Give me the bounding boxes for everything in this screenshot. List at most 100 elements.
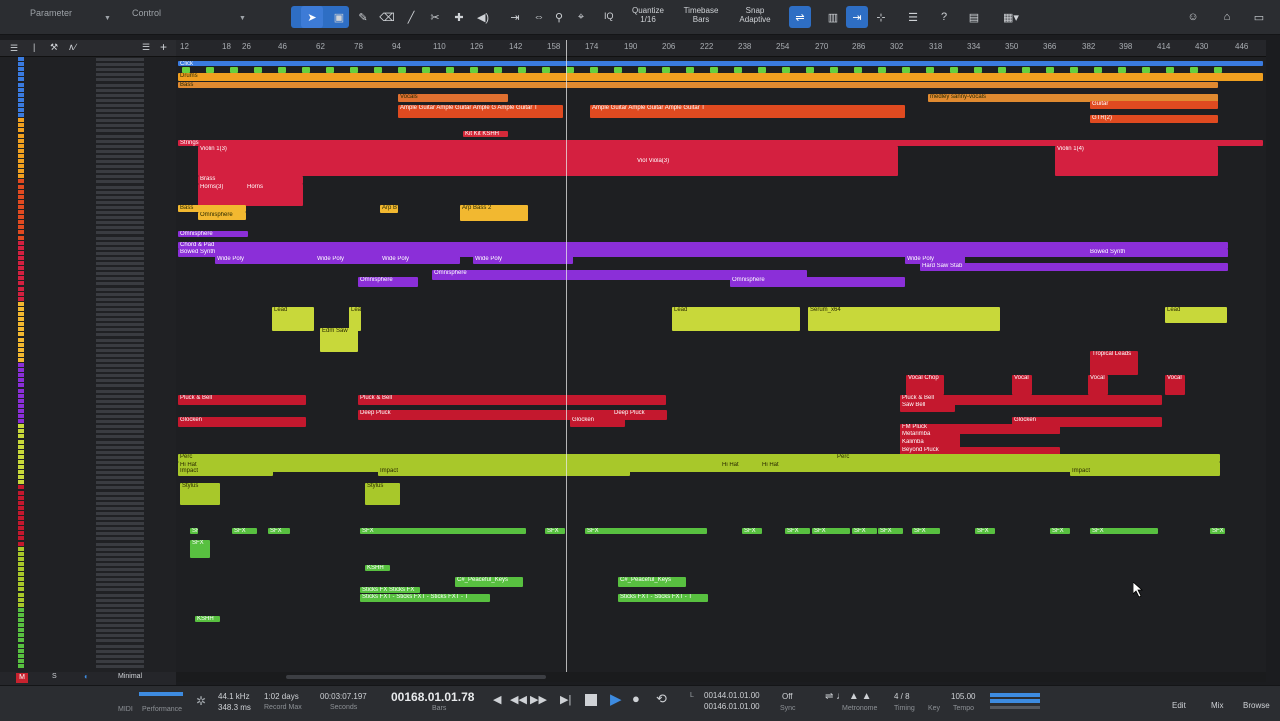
click-event[interactable] [590,67,598,73]
arrangement-clip[interactable]: SFX [232,528,257,534]
click-event[interactable] [1166,67,1174,73]
arrangement-clip[interactable]: Impact [1070,468,1220,476]
arrangement-clip[interactable]: Sticks FX Sticks FX [360,587,420,593]
loop-start[interactable]: 00144.01.01.00 [704,691,760,700]
bars-counter[interactable]: 00168.01.01.78 [391,690,474,704]
arrangement-clip[interactable]: Vocals [398,94,508,102]
arrangement-clip[interactable]: Omnisphere [730,277,905,287]
envelope-icon[interactable]: ∧∕ [68,42,76,53]
arrangement-clip[interactable]: Kit Kit KSHH [463,131,508,137]
mute-all-button[interactable]: M [16,673,28,683]
mix-button[interactable]: Mix [1211,701,1223,710]
tempo-track-icon[interactable]: | [33,42,35,52]
click-event[interactable] [278,67,286,73]
arrangement-clip[interactable]: Omnisphere [178,231,248,237]
arrangement-clip[interactable]: Perc [178,454,1220,462]
precount-icon[interactable]: ⇌ ♩ ▲ ▲ [825,691,872,702]
arrangement-clip[interactable]: Lead [1165,307,1227,323]
click-event[interactable] [542,67,550,73]
arrangement-clip[interactable]: KSHH [195,616,220,622]
arrangement-clip[interactable]: SFX [975,528,995,534]
arrangement-clip[interactable]: Brass [198,176,303,184]
arrangement-clip[interactable]: Hi Hat [760,462,835,470]
click-event[interactable] [662,67,670,73]
arrangement-clip[interactable]: C#_Peaceful_Keys [618,577,686,587]
arrow-tool-icon[interactable]: ➤ [301,6,323,28]
browse-button[interactable]: Browse [1243,701,1270,710]
arrangement-clip[interactable]: SFX [1210,528,1225,534]
click-event[interactable] [1094,67,1102,73]
arrangement-clip[interactable]: Sticks FXT - Sticks FXT - T [618,594,708,602]
arrangement-clip[interactable]: SFX [268,528,290,534]
click-event[interactable] [1190,67,1198,73]
stop-button[interactable] [585,694,597,706]
arrangement-clip[interactable]: Lead [272,307,314,331]
arrangement-clip[interactable]: GTR(2) [1090,115,1218,123]
track-row[interactable] [0,663,176,669]
arrangement-clip[interactable]: SFX [878,528,903,534]
arrangement-clip[interactable]: Vocal Chop [906,375,944,395]
arrangement-clip[interactable]: Tropical Leads [1090,351,1138,375]
arrangement-clip[interactable]: Hard Saw Stab [920,263,1228,271]
arrangement-clip[interactable]: SFX [785,528,810,534]
arrangement-clip[interactable]: Guitar [1090,101,1218,109]
click-event[interactable] [782,67,790,73]
arrangement-clip[interactable]: KSHH [365,565,390,571]
arrangement-clip[interactable]: SFX [812,528,850,534]
scroll-icon[interactable]: ⇥ [504,6,526,28]
arrangement-view[interactable]: Click Drums Bass Vocals medley sanny-vocals G… [176,57,1266,672]
click-event[interactable] [566,67,574,73]
monitor-icon[interactable]: ◐ [84,672,89,681]
arrangement-clip[interactable]: Arp B [380,205,398,213]
arrangement-clip[interactable]: SFX [585,528,707,534]
quantize-selector[interactable]: Quantize 1/16 [628,6,668,24]
add-track-icon[interactable]: + [160,40,167,54]
go-to-end-icon[interactable]: ▶| [560,693,571,706]
arrangement-clip[interactable]: Sticks FXT - Sticks FXT - Sticks FXT - T [360,594,490,602]
paint-tool-icon[interactable]: ╱ [400,6,422,28]
click-event[interactable] [254,67,262,73]
click-event[interactable] [614,67,622,73]
seconds-counter[interactable]: 00:03:07.197 [320,692,367,701]
solo-all-button[interactable]: S [52,673,57,680]
click-event[interactable] [854,67,862,73]
click-event[interactable] [734,67,742,73]
click-event[interactable] [1142,67,1150,73]
minimal-label[interactable]: Minimal [118,673,142,680]
time-signature[interactable]: 4 / 8 [894,692,910,701]
loop-end[interactable]: 00146.01.01.00 [704,702,760,711]
arrangement-clip[interactable]: SFX [1090,528,1158,534]
arrangement-clip[interactable]: Lead [672,307,800,331]
window-icon[interactable]: ▭ [1248,6,1270,28]
bend-tool-icon[interactable]: ✚ [448,6,470,28]
video-icon[interactable]: ▤ [963,6,985,28]
settings-gear-icon[interactable]: ✲ [196,694,206,708]
click-event[interactable] [494,67,502,73]
split-view-icon[interactable]: ▥ [822,6,844,28]
arrangement-clip[interactable]: SFX [190,540,210,558]
click-event[interactable] [1070,67,1078,73]
arrangement-clip[interactable]: Ample Guitar Ample Guitar Ample Guitar T [590,105,905,118]
arrangement-clip[interactable]: Serum_x64 [808,307,1000,331]
click-event[interactable] [926,67,934,73]
arrangement-clip[interactable]: SFX [545,528,565,534]
timebase-selector[interactable]: Timebase Bars [680,6,722,24]
click-event[interactable] [1118,67,1126,73]
click-event[interactable] [1214,67,1222,73]
click-event[interactable] [830,67,838,73]
click-event[interactable] [758,67,766,73]
menu-icon[interactable]: ☰ [10,43,18,54]
arrangement-clip[interactable]: Edm Saw [320,328,358,352]
click-event[interactable] [638,67,646,73]
arrangement-clip[interactable]: Perc [835,454,885,470]
parameter-dropdown-icon[interactable]: ▼ [104,15,111,22]
crosshair-icon[interactable]: ⊹ [870,6,892,28]
master-volume-slider[interactable] [990,706,1040,709]
scrollbar-thumb[interactable] [286,675,546,679]
arrangement-clip[interactable]: Impact [378,468,630,476]
arrangement-clip[interactable]: Pluck & Bell [358,395,666,405]
horizontal-scrollbar[interactable] [176,672,1266,682]
quantize-icon[interactable]: ⌖ [570,6,592,28]
arrangement-clip[interactable]: Wide Poly [380,256,460,264]
click-event[interactable] [206,67,214,73]
